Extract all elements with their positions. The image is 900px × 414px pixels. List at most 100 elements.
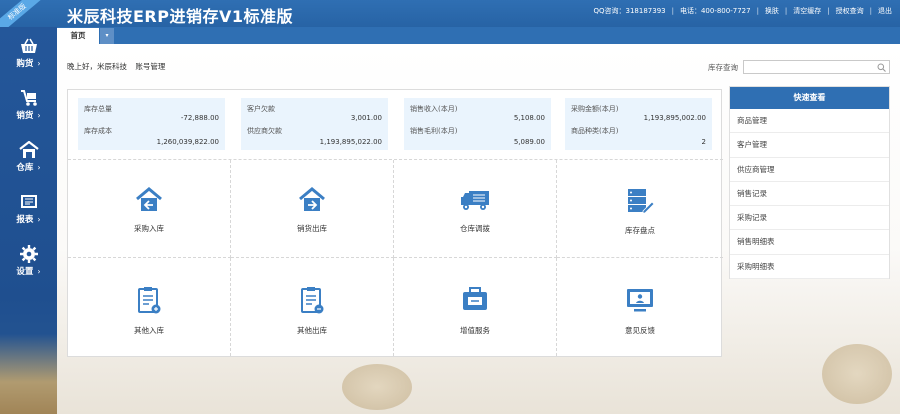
stat-value: 1,193,895,002.00 (643, 114, 706, 122)
tab-dropdown-button[interactable]: ▾ (100, 28, 114, 44)
separator: | (827, 7, 830, 15)
quick-view-title: 快速查看 (730, 87, 889, 109)
stat-card-purchase: 采购金额(本月) 1,193,895,002.00 商品种类(本月) 2 (565, 98, 712, 150)
sidebar-item-reports[interactable]: 报表 › (0, 187, 57, 237)
service-icon (463, 287, 487, 310)
stat-value: -72,888.00 (180, 114, 219, 122)
account-manage-link[interactable]: 账号管理 (135, 62, 165, 71)
separator: | (869, 7, 872, 15)
shortcut-label: 销货出库 (297, 224, 327, 233)
hay-bale-decoration (822, 344, 892, 404)
sales-out-icon (299, 187, 325, 211)
truck-icon (461, 191, 489, 210)
sidebar-item-purchase[interactable]: 购货 › (0, 31, 57, 81)
stat-key: 商品种类(本月) (571, 127, 619, 135)
shortcut-value-added-service[interactable]: 增值服务 (394, 258, 557, 356)
shortcut-label: 库存盘点 (625, 226, 655, 235)
tab-bar: 首页 ▾ (57, 27, 900, 44)
stat-key: 供应商欠款 (247, 127, 282, 135)
tab-home[interactable]: 首页 (57, 28, 99, 44)
clear-cache-link[interactable]: 清空缓存 (793, 6, 821, 16)
shortcut-other-out[interactable]: 其他出库 (231, 258, 394, 356)
shortcut-inventory-check[interactable]: 库存盘点 (557, 160, 723, 258)
chevron-right-icon: › (37, 59, 41, 68)
hay-bale-decoration (342, 364, 412, 410)
other-in-icon (138, 287, 161, 314)
sidebar: 购货 › 销货 › 仓库 › 报表 › 设置 › (0, 27, 57, 414)
quick-item-customer-management[interactable]: 客户管理 (730, 133, 889, 158)
sidebar-field-decoration (0, 334, 57, 414)
shortcut-label: 采购入库 (134, 224, 164, 233)
gear-icon (19, 245, 38, 263)
quick-view-panel: 快速查看 商品管理 客户管理 供应商管理 销售记录 采购记录 销售明细表 采购明… (729, 86, 890, 280)
sidebar-item-label: 设置 (16, 267, 34, 277)
report-icon (20, 195, 37, 208)
stat-value: 1,193,895,022.00 (319, 138, 382, 146)
shortcut-warehouse-transfer[interactable]: 仓库调拨 (394, 160, 557, 258)
stat-key: 销售收入(本月) (410, 105, 458, 113)
stat-value: 5,089.00 (513, 138, 545, 146)
app-title: 米辰科技ERP进销存V1标准版 (67, 7, 293, 26)
quick-item-product-management[interactable]: 商品管理 (730, 109, 889, 134)
shortcut-label: 增值服务 (460, 326, 490, 335)
top-links: QQ咨询：318187393 | 电话：400-800-7727 | 换肤 | … (594, 4, 893, 18)
stat-key: 客户欠款 (247, 105, 275, 113)
quick-item-sales-details[interactable]: 销售明细表 (730, 230, 889, 255)
chevron-right-icon: › (37, 267, 41, 276)
stock-query-input[interactable] (744, 61, 874, 73)
house-icon (18, 141, 39, 158)
stat-key: 销售毛利(本月) (410, 127, 458, 135)
sidebar-item-sales[interactable]: 销货 › (0, 83, 57, 133)
stat-value: 1,260,039,822.00 (156, 138, 219, 146)
quick-item-purchase-details[interactable]: 采购明细表 (730, 255, 889, 280)
dashboard-panel: 库存总量 -72,888.00 库存成本 1,260,039,822.00 客户… (67, 89, 723, 357)
stat-key: 采购金额(本月) (571, 105, 619, 113)
greeting-text: 晚上好，米辰科技 (67, 62, 127, 71)
sidebar-item-settings[interactable]: 设置 › (0, 239, 57, 289)
qq-consult-link[interactable]: QQ咨询：318187393 (594, 6, 666, 16)
separator: | (671, 7, 674, 15)
stat-key: 库存总量 (84, 105, 112, 113)
stat-card-sales: 销售收入(本月) 5,108.00 销售毛利(本月) 5,089.00 (404, 98, 551, 150)
chevron-right-icon: › (37, 163, 41, 172)
shortcut-label: 仓库调拨 (460, 224, 490, 233)
separator: | (784, 7, 788, 15)
quick-item-sales-records[interactable]: 销售记录 (730, 182, 889, 207)
stat-value: 3,001.00 (350, 114, 382, 122)
stat-value: 5,108.00 (513, 114, 545, 122)
logout-link[interactable]: 退出 (878, 6, 892, 16)
chevron-right-icon: › (37, 215, 41, 224)
greeting: 晚上好，米辰科技 账号管理 (67, 61, 165, 72)
inventory-check-icon (628, 189, 655, 214)
cart-icon (20, 90, 37, 106)
sidebar-item-warehouse[interactable]: 仓库 › (0, 135, 57, 185)
shortcut-label: 其他入库 (134, 326, 164, 335)
stats-row: 库存总量 -72,888.00 库存成本 1,260,039,822.00 客户… (68, 90, 723, 160)
quick-item-purchase-records[interactable]: 采购记录 (730, 206, 889, 231)
change-skin-link[interactable]: 换肤 (765, 6, 779, 16)
shortcut-other-in[interactable]: 其他入库 (68, 258, 231, 356)
feedback-icon (627, 289, 653, 312)
top-bar: 标准版 米辰科技ERP进销存V1标准版 QQ咨询：318187393 | 电话：… (0, 0, 900, 37)
chevron-right-icon: › (37, 111, 41, 120)
sidebar-item-label: 购货 (16, 59, 34, 69)
shortcut-sales-out[interactable]: 销货出库 (231, 160, 394, 258)
separator: | (756, 7, 759, 15)
basket-icon (20, 38, 37, 53)
license-query-link[interactable]: 授权查询 (836, 6, 864, 16)
stat-card-debts: 客户欠款 3,001.00 供应商欠款 1,193,895,022.00 (241, 98, 388, 150)
main-content: 晚上好，米辰科技 账号管理 库存查询 库存总量 -72,888.00 库存成本 … (57, 44, 900, 414)
sidebar-item-label: 销货 (16, 111, 34, 121)
stock-query-box (743, 60, 890, 74)
sidebar-item-label: 仓库 (16, 163, 34, 173)
phone-text: 电话：400-800-7727 (679, 7, 751, 15)
stock-query-label: 库存查询 (708, 62, 738, 72)
stat-card-inventory: 库存总量 -72,888.00 库存成本 1,260,039,822.00 (78, 98, 225, 150)
purchase-in-icon (136, 187, 162, 211)
search-icon[interactable] (877, 63, 886, 72)
sidebar-item-label: 报表 (16, 215, 34, 225)
shortcut-purchase-in[interactable]: 采购入库 (68, 160, 231, 258)
shortcut-feedback[interactable]: 意见反馈 (557, 258, 723, 356)
stat-key: 库存成本 (84, 127, 112, 135)
quick-item-supplier-management[interactable]: 供应商管理 (730, 158, 889, 182)
